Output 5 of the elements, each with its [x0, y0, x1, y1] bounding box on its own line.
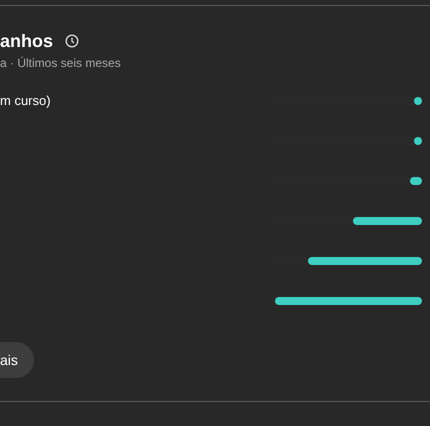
subtitle: a · Últimos seis meses: [0, 56, 122, 70]
section-title: anhos: [0, 30, 54, 52]
clock-icon: [65, 34, 80, 48]
row-label: m curso): [0, 93, 51, 109]
show-more-button[interactable]: ais: [0, 342, 34, 378]
